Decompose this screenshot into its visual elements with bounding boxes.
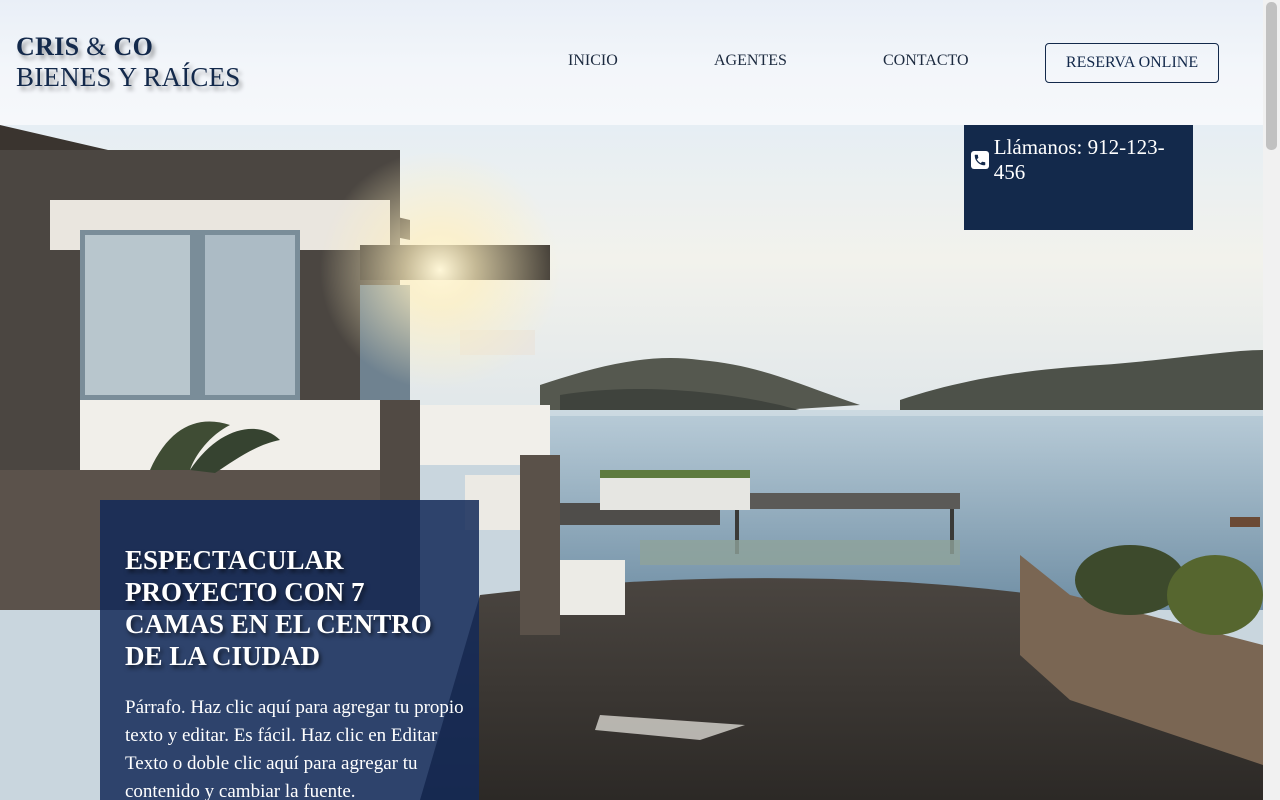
promo-title: ESPECTACULAR PROYECTO CON 7 CAMAS EN EL …: [125, 545, 432, 671]
phone-icon: [971, 151, 989, 169]
promo-paragraph[interactable]: Párrafo. Haz clic aquí para agregar tu p…: [125, 694, 465, 800]
call-us-box[interactable]: Llámanos: 912-123-456: [964, 125, 1193, 230]
call-us-text: Llámanos: 912-123-456: [993, 135, 1165, 184]
nav-item-contacto[interactable]: CONTACTO: [883, 52, 969, 70]
nav-item-inicio[interactable]: INICIO: [568, 52, 618, 70]
site-header: CRIS & CO BIENES Y RAÍCES INICIO AGENTES…: [0, 0, 1263, 125]
promo-card: ESPECTACULAR PROYECTO CON 7 CAMAS EN EL …: [100, 500, 479, 800]
scrollbar-thumb[interactable]: [1266, 2, 1277, 150]
reserve-online-button[interactable]: RESERVA ONLINE: [1045, 43, 1219, 83]
page-scrollbar[interactable]: [1263, 0, 1280, 800]
site-logo[interactable]: CRIS & CO BIENES Y RAÍCES: [16, 33, 241, 93]
call-us-line: Llámanos: 912-123-456: [971, 135, 1193, 185]
logo-line-1: CRIS & CO: [16, 32, 154, 61]
nav-item-agentes[interactable]: AGENTES: [714, 52, 787, 70]
logo-line-2: BIENES Y RAÍCES: [16, 62, 241, 92]
